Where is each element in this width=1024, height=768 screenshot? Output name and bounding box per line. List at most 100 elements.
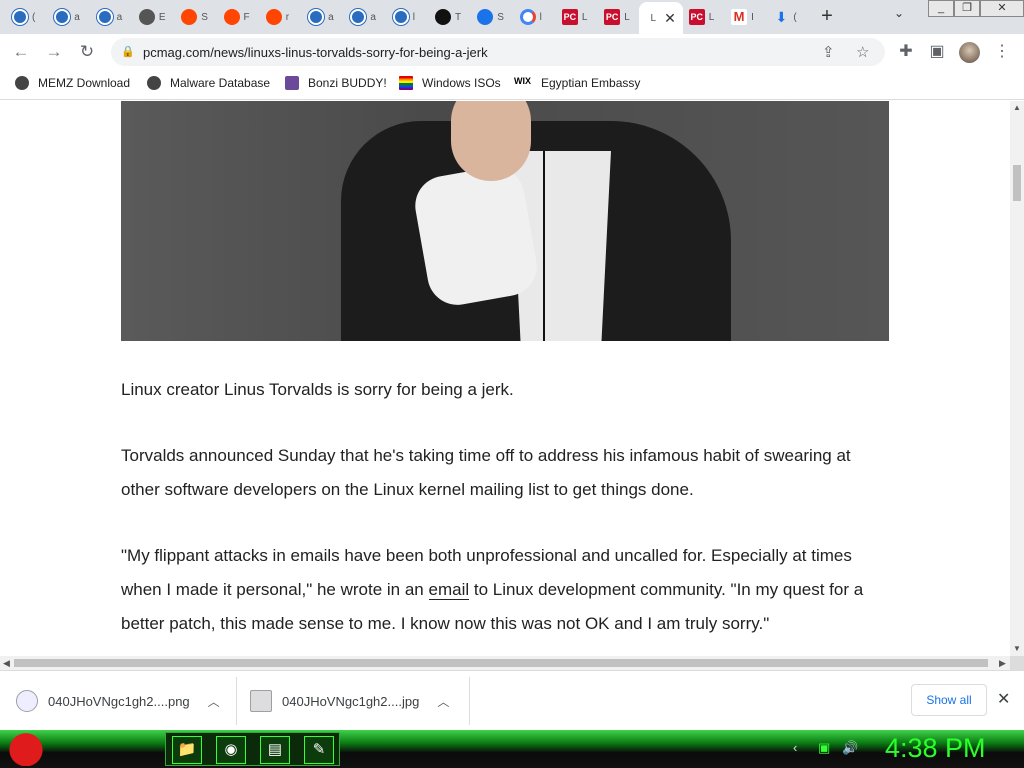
vertical-scrollbar[interactable]: ▲ ▼ [1010,101,1024,657]
tray-chevron-icon[interactable]: ‹ [793,740,797,755]
paint-icon[interactable]: ✎ [304,736,334,764]
address-bar[interactable]: 🔒 pcmag.com/news/linuxs-linus-torvalds-s… [111,38,885,66]
browser-tab[interactable]: S [173,4,213,30]
tab-title: S [497,11,504,23]
pcmag-icon: PC [688,9,705,25]
new-tab-button[interactable]: + [816,4,838,30]
scroll-left-icon[interactable]: ◀ [3,658,10,669]
taskbar-pinned-apps: 📁 ◉ ▤ ✎ [165,732,340,766]
globe-icon [15,76,29,90]
bookmark-bonzi-buddy[interactable]: Bonzi BUDDY! [285,76,387,90]
tab-title: l [412,11,415,23]
browser-tab[interactable]: MI [723,4,763,30]
pcmag-icon: PC [604,9,621,25]
tab-strip: (a a E S Fr a a l T Sl PC L PC L L ✕ PC L M I ⬇( + ⌄ _ ❐ ✕ [0,0,1024,34]
tab-title: F [243,11,250,23]
browser-tab[interactable]: l [385,4,425,30]
google-icon [519,9,536,25]
browser-tab[interactable]: F [216,4,256,30]
scroll-up-icon[interactable]: ▲ [1013,103,1021,112]
browser-tab[interactable]: a [89,4,129,30]
tab-title: L [624,11,630,23]
bookmark-windows-isos[interactable]: Windows ISOs [399,76,501,90]
browser-tab[interactable]: PC L [554,4,594,30]
bookmark-egyptian-embassy[interactable]: WIX Egyptian Embassy [514,76,640,90]
page-viewport: Linux creator Linus Torvalds is sorry fo… [0,101,1010,657]
rainbow-flag-icon [399,76,413,90]
edge-icon [392,9,409,25]
download-shelf: 040JHoVNgc1gh2....png ︿ 040JHoVNgc1gh2...… [0,670,1024,730]
horizontal-scroll-thumb[interactable] [14,659,988,667]
bookmarks-bar: MEMZ Download Malware Database Bonzi BUD… [0,70,1024,100]
bookmark-memz[interactable]: MEMZ Download [15,76,130,90]
menu-kebab-icon[interactable]: ⋮ [992,41,1012,61]
file-explorer-icon[interactable]: 📁 [172,736,202,764]
lock-icon[interactable]: 🔒 [121,45,135,58]
scroll-right-icon[interactable]: ▶ [999,658,1006,669]
email-link[interactable]: email [428,580,470,600]
globe-icon [147,76,161,90]
window-controls: _ ❐ ✕ [928,0,1024,18]
tab-title: l [539,11,542,23]
profile-avatar[interactable] [959,42,980,63]
side-panel-icon[interactable]: ▣ [927,41,947,61]
vertical-scroll-thumb[interactable] [1013,165,1021,201]
browser-tab[interactable]: r [258,4,298,30]
download-item[interactable]: 040JHoVNgc1gh2....png ︿ [16,681,220,721]
browser-tab[interactable]: S [469,4,509,30]
browser-tab[interactable]: a [342,4,382,30]
browser-tab[interactable]: PC L [681,4,721,30]
chrome-icon[interactable]: ◉ [216,736,246,764]
restore-button[interactable]: ❐ [954,0,980,17]
tab-title: L [581,11,588,23]
wix-icon: WIX [514,76,531,86]
share-icon[interactable]: ⇪ [822,43,835,61]
globe-icon [138,9,155,25]
minimize-button[interactable]: _ [928,0,954,17]
volume-icon[interactable]: 🔊 [842,740,858,756]
article-paragraph-1: Linux creator Linus Torvalds is sorry fo… [121,380,514,399]
browser-tab[interactable]: E [131,4,171,30]
bookmark-malware-database[interactable]: Malware Database [147,76,270,90]
tab-title: E [158,11,166,23]
reddit-icon [181,9,198,25]
back-arrow-icon[interactable]: ← [10,41,32,63]
forward-arrow-icon[interactable]: → [43,41,65,63]
browser-tab[interactable]: L ✕ [638,2,683,34]
browser-tab[interactable]: a [46,4,86,30]
scroll-down-icon[interactable]: ▼ [1013,644,1021,653]
close-window-button[interactable]: ✕ [980,0,1024,17]
browser-tab[interactable]: PC L [596,4,636,30]
battery-icon[interactable]: ▣ [818,740,830,756]
chevron-up-icon[interactable]: ︿ [437,693,449,710]
chevron-up-icon[interactable]: ︿ [208,693,220,710]
browser-tab[interactable]: ⬇( [765,4,805,30]
download-icon: ⬇ [775,9,788,25]
notepad-icon[interactable]: ▤ [260,736,290,764]
close-shelf-icon[interactable]: ✕ [997,689,1010,709]
show-all-button[interactable]: Show all [911,684,987,716]
tab-search-chevron-icon[interactable]: ⌄ [894,6,904,20]
close-tab-icon[interactable]: ✕ [664,10,676,27]
tab-title: ( [32,11,36,23]
download-item[interactable]: 040JHoVNgc1gh2....jpg ︿ [250,681,449,721]
edge-icon [54,9,71,25]
browser-tab[interactable]: a [300,4,340,30]
browser-tab[interactable]: l [512,4,552,30]
url-text[interactable]: pcmag.com/news/linuxs-linus-torvalds-sor… [143,45,488,60]
taskbar-clock[interactable]: 4:38 PM [885,733,986,764]
tab-title: a [370,11,376,23]
reload-icon[interactable]: ↻ [76,41,98,63]
extensions-puzzle-icon[interactable]: ✚ [896,41,916,61]
edge-icon [308,9,325,25]
file-icon [16,690,38,712]
horizontal-scrollbar[interactable]: ◀ ▶ [0,656,1010,670]
tab-title: S [201,11,208,23]
browser-tab[interactable]: T [427,4,467,30]
browser-tab[interactable]: ( [4,4,44,30]
tiktok-icon [435,9,451,25]
reddit-icon [265,9,282,25]
start-button-angry-bird-icon[interactable] [8,730,48,766]
bookmark-star-icon[interactable]: ☆ [856,43,869,61]
tab-title: a [328,11,334,23]
